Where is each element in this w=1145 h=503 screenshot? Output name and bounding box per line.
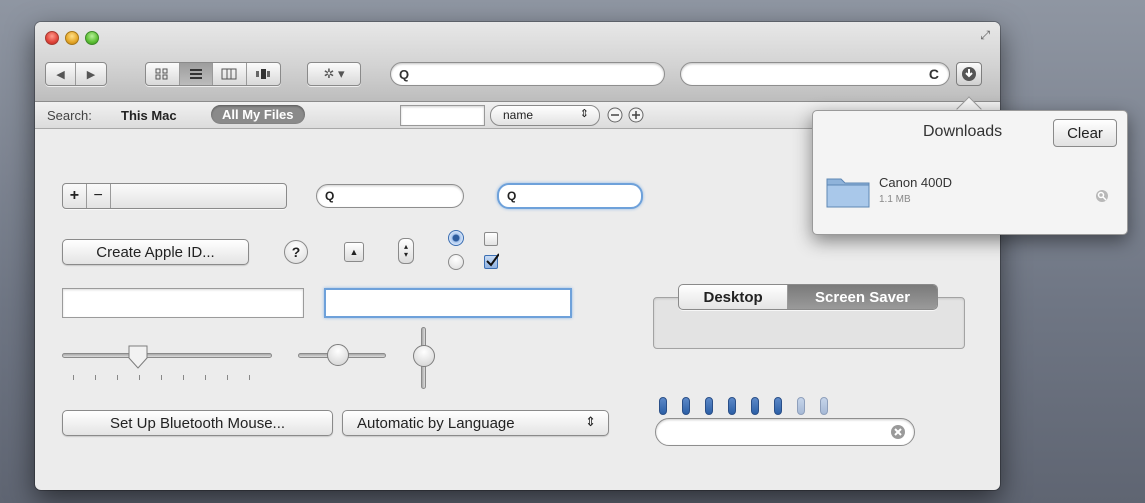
vertical-slider-knob[interactable]	[413, 345, 435, 367]
reload-icon[interactable]: C	[929, 66, 939, 82]
slider-track	[62, 353, 272, 358]
language-popup[interactable]: Automatic by Language ⇕	[342, 410, 609, 436]
action-menu-button[interactable]: ✲ ▾	[307, 62, 361, 86]
scope-this-mac[interactable]: This Mac	[121, 108, 177, 123]
text-field[interactable]	[62, 288, 304, 318]
minimize-button[interactable]	[65, 31, 79, 45]
clear-downloads-button[interactable]: Clear	[1053, 119, 1117, 147]
download-item-size: 1.1 MB	[879, 194, 911, 205]
create-apple-id-button[interactable]: Create Apple ID...	[62, 239, 249, 265]
text-field-focused[interactable]	[324, 288, 572, 318]
list-view-icon	[189, 69, 202, 79]
search-field-clear[interactable]	[655, 418, 915, 446]
level-indicator-segment	[682, 397, 690, 415]
stepper[interactable]: ▴ ▾	[398, 238, 414, 264]
icon-view-icon	[155, 68, 168, 80]
search-icon: Q	[507, 189, 517, 203]
mini-slider-knob[interactable]	[327, 344, 349, 366]
level-indicator-segment	[728, 397, 736, 415]
folder-icon	[826, 178, 870, 208]
add-remove-filler	[111, 184, 286, 208]
gear-icon: ✲ ▾	[323, 66, 345, 81]
finder-window: ⤢ ◀ ▶ ✲ ▾ Q C Search: This Mac All My Fi…	[35, 22, 1000, 490]
forward-icon: ▶	[86, 68, 96, 81]
level-indicator-segment	[774, 397, 782, 415]
level-indicator-segment	[659, 397, 667, 415]
checkbox-checked[interactable]	[484, 253, 499, 269]
search-label: Search:	[47, 108, 92, 123]
tab-screen-saver[interactable]: Screen Saver	[788, 285, 937, 309]
download-icon	[962, 67, 976, 81]
clear-search-icon[interactable]	[890, 424, 906, 440]
search-icon: Q	[325, 189, 335, 203]
back-button[interactable]: ◀	[46, 63, 77, 85]
downloads-popover: Downloads Clear Canon 400D 1.1 MB	[812, 110, 1128, 235]
download-item-name[interactable]: Canon 400D	[879, 175, 952, 190]
help-button[interactable]: ?	[284, 240, 308, 264]
close-button[interactable]	[45, 31, 59, 45]
checkmark-icon	[486, 253, 499, 267]
level-indicator-segment	[705, 397, 713, 415]
icon-view-button[interactable]	[146, 63, 180, 85]
downloads-title: Downloads	[923, 123, 1003, 140]
search-icon: Q	[399, 66, 410, 82]
remove-criteria-icon[interactable]	[607, 107, 623, 123]
nav-segment: ◀ ▶	[45, 62, 107, 86]
tab-selector: Desktop Screen Saver	[678, 284, 938, 310]
view-segment	[145, 62, 281, 86]
scope-all-my-files[interactable]: All My Files	[211, 105, 305, 124]
checkbox-unchecked[interactable]	[484, 232, 498, 246]
language-popup-label: Automatic by Language	[357, 414, 515, 432]
forward-button[interactable]: ▶	[76, 63, 106, 85]
slider-knob[interactable]	[127, 344, 149, 370]
disclosure-button[interactable]: ▲	[344, 242, 364, 262]
stepper-down-icon: ▾	[403, 250, 408, 259]
chevron-updown-icon: ⇕	[585, 414, 596, 429]
list-view-button[interactable]	[179, 63, 213, 85]
add-criteria-icon[interactable]	[628, 107, 644, 123]
criteria-popup[interactable]: name ⇕	[490, 105, 600, 126]
downloads-button[interactable]	[956, 62, 982, 86]
search-criteria-field[interactable]	[400, 105, 485, 126]
level-indicator-segment	[820, 397, 828, 415]
add-button[interactable]: +	[63, 184, 87, 208]
toolbar: ⤢ ◀ ▶ ✲ ▾ Q C	[35, 22, 1000, 102]
coverflow-view-icon	[256, 69, 271, 79]
search-field-small[interactable]: Q	[316, 184, 464, 208]
toolbar-search-input[interactable]: Q	[390, 62, 665, 86]
zoom-button[interactable]	[85, 31, 99, 45]
level-indicator-segment	[797, 397, 805, 415]
reveal-in-finder-icon[interactable]	[1095, 189, 1109, 203]
criteria-popup-label: name	[503, 108, 534, 122]
search-field-focused[interactable]: Q	[497, 183, 643, 209]
column-view-button[interactable]	[213, 63, 247, 85]
coverflow-view-button[interactable]	[247, 63, 280, 85]
column-view-icon	[221, 68, 237, 80]
address-field[interactable]: C	[680, 62, 950, 86]
fullscreen-icon[interactable]: ⤢	[980, 28, 990, 43]
tab-desktop[interactable]: Desktop	[679, 285, 789, 309]
radio-selected[interactable]	[448, 230, 464, 246]
add-remove-control: + −	[62, 183, 287, 209]
level-indicator-segment	[751, 397, 759, 415]
back-icon: ◀	[56, 68, 65, 81]
remove-button[interactable]: −	[87, 184, 111, 208]
radio-unselected[interactable]	[448, 254, 464, 270]
chevron-updown-icon: ⇕	[579, 108, 589, 120]
bluetooth-mouse-button[interactable]: Set Up Bluetooth Mouse...	[62, 410, 333, 436]
